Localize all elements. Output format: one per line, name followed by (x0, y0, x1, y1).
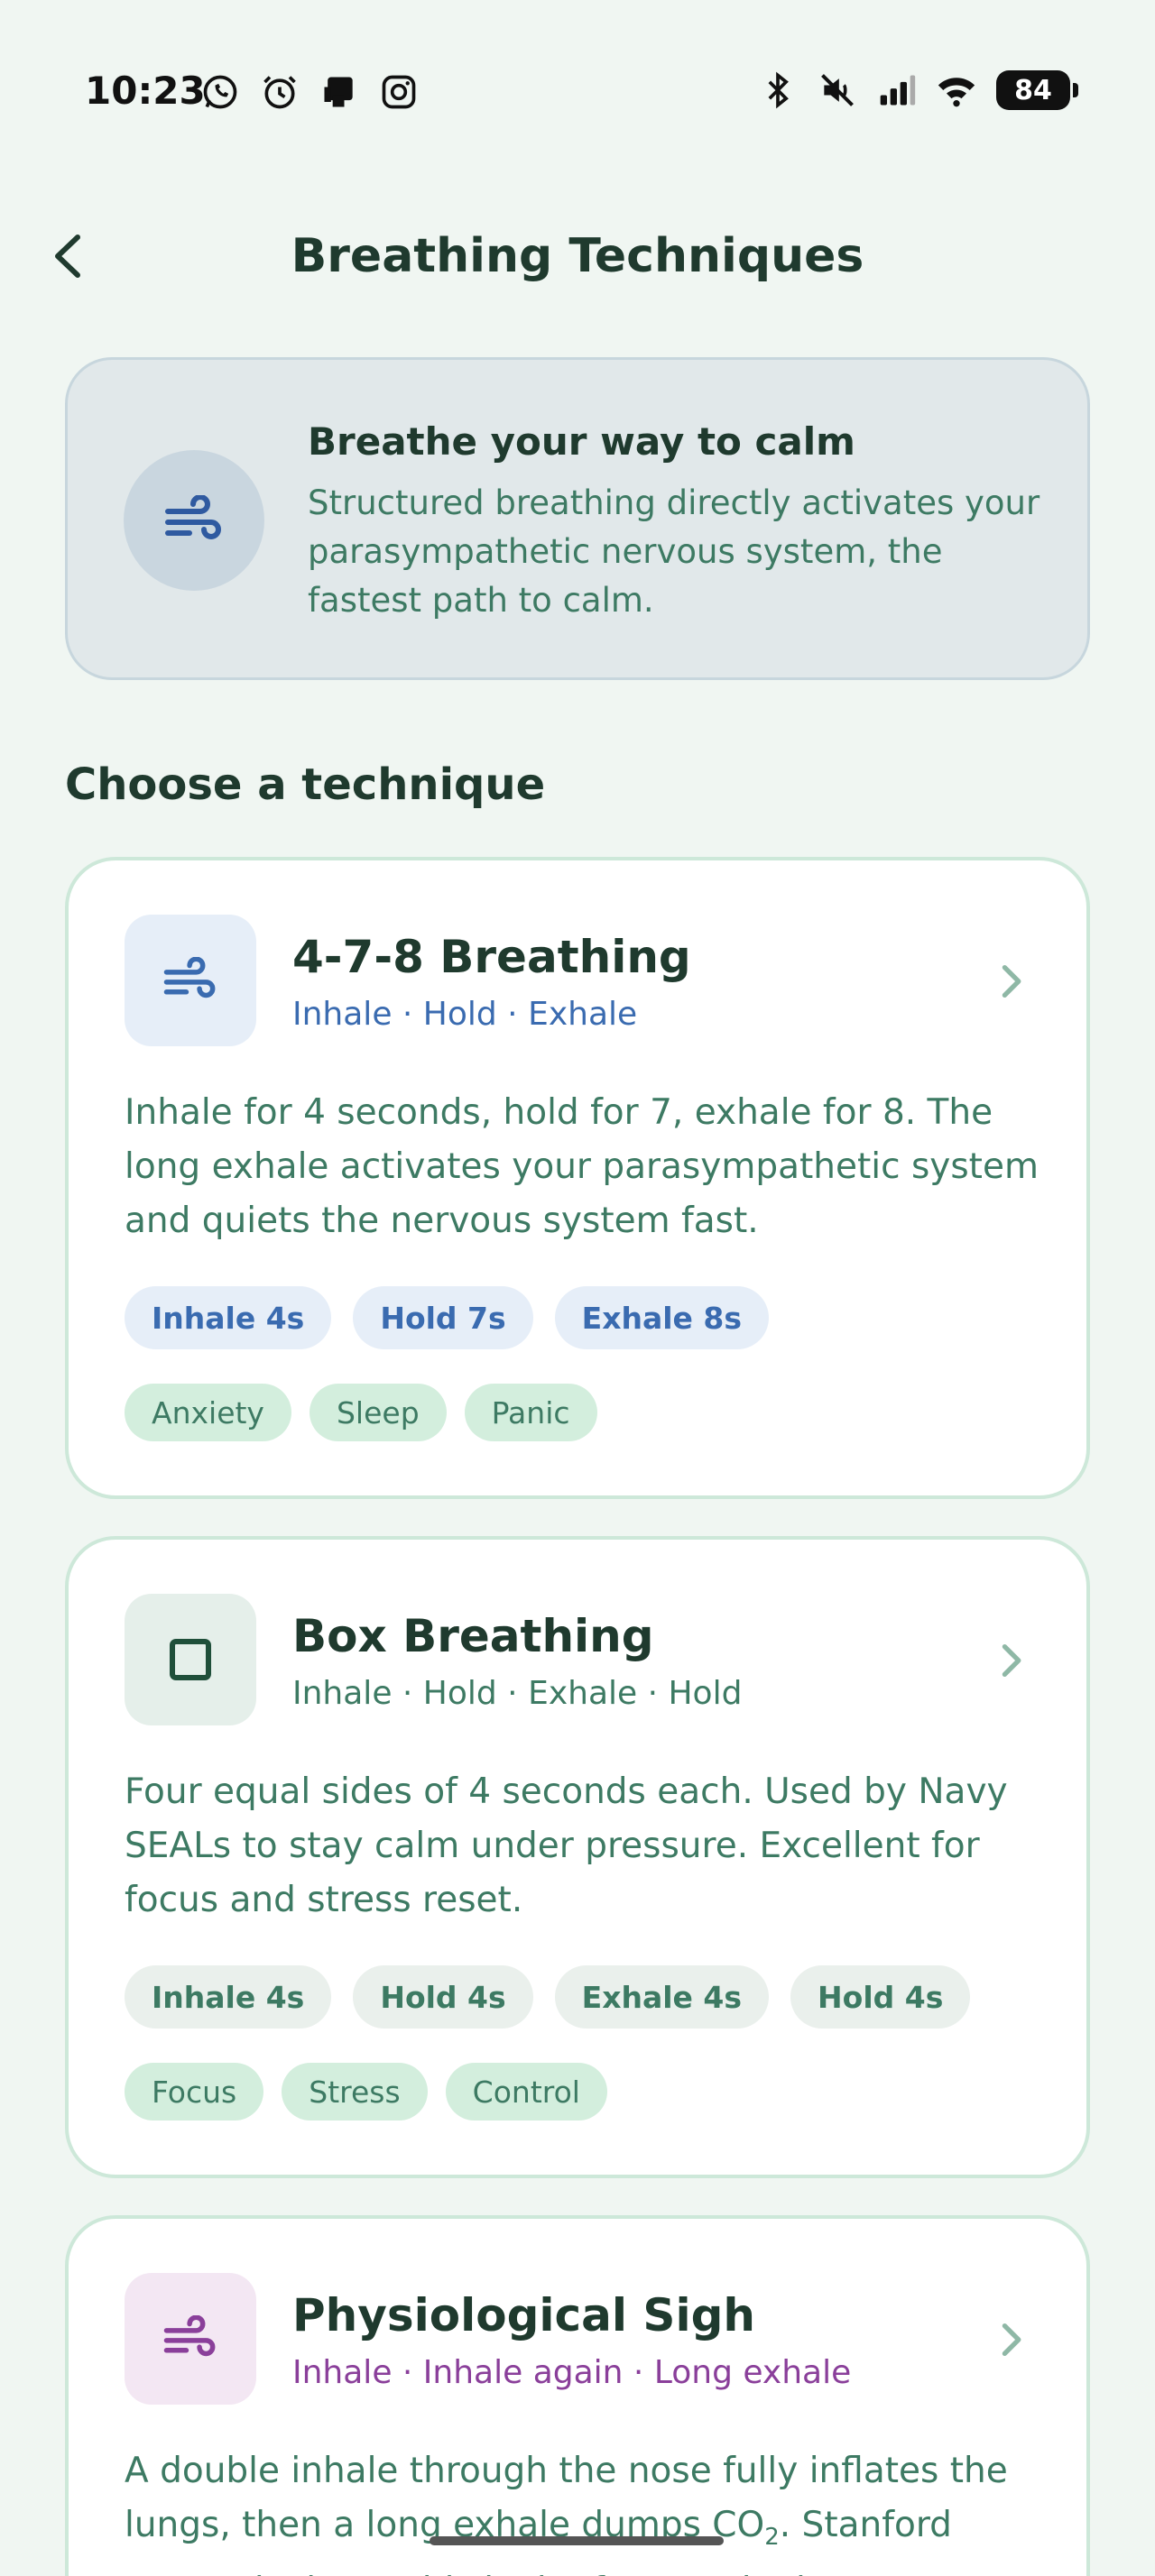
step-chip: Inhale 4s (125, 1286, 332, 1349)
card-icon-box (125, 2273, 256, 2405)
whatsapp-icon (203, 75, 237, 109)
subscript-2: 2 (764, 2523, 780, 2551)
intro-card: Breathe your way to calm Structured brea… (65, 357, 1090, 680)
step-chips: Inhale 4s Hold 4s Exhale 4s Hold 4s (125, 1965, 971, 2029)
technique-title: Box Breathing (292, 1610, 654, 1662)
technique-card-sigh[interactable]: Physiological Sigh Inhale · Inhale again… (65, 2215, 1090, 2576)
device-icon (324, 77, 353, 107)
status-time: 10:23 (85, 69, 206, 113)
page-title: Breathing Techniques (291, 229, 864, 283)
battery-indicator: 84 (996, 70, 1078, 110)
chevron-right-icon (1002, 964, 1021, 998)
tag-chips: Focus Stress Control (125, 2063, 607, 2121)
wifi-icon (938, 78, 975, 107)
chevron-right-icon (1002, 2323, 1021, 2357)
wind-icon (163, 957, 216, 998)
mute-icon (821, 74, 854, 106)
card-icon-box (125, 1594, 256, 1725)
tag-chip: Control (445, 2063, 607, 2121)
wind-icon (163, 2315, 216, 2357)
technique-title: Physiological Sigh (292, 2289, 755, 2341)
status-bar: 10:23 84 (0, 0, 1155, 185)
technique-card-478[interactable]: 4-7-8 Breathing Inhale · Hold · Exhale I… (65, 857, 1090, 1499)
tag-chip: Sleep (309, 1384, 447, 1441)
tag-chip: Anxiety (125, 1384, 291, 1441)
technique-description: A double inhale through the nose fully i… (125, 2444, 1045, 2576)
bluetooth-icon (768, 71, 789, 109)
signal-icon (880, 75, 916, 106)
alarm-icon (263, 76, 296, 109)
intro-title: Breathe your way to calm (308, 419, 855, 464)
intro-text: Structured breathing directly activates … (308, 483, 1040, 620)
section-title: Choose a technique (65, 759, 546, 810)
step-chips: Inhale 4s Hold 7s Exhale 8s (125, 1286, 770, 1349)
intro-icon-circle (124, 450, 264, 591)
technique-description: Inhale for 4 seconds, hold for 7, exhale… (125, 1092, 1039, 1241)
step-chip: Exhale 8s (554, 1286, 770, 1349)
technique-description: Four equal sides of 4 seconds each. Used… (125, 1771, 1008, 1920)
tag-chips: Anxiety Sleep Panic (125, 1384, 597, 1441)
technique-subtitle: Inhale · Inhale again · Long exhale (292, 2354, 852, 2391)
status-icons-right: 84 (758, 70, 1078, 110)
tag-chip: Panic (464, 1384, 597, 1441)
step-chip: Inhale 4s (125, 1965, 332, 2029)
technique-subtitle: Inhale · Hold · Exhale · Hold (292, 1675, 743, 1712)
home-indicator[interactable] (430, 2536, 724, 2545)
step-chip: Hold 4s (353, 1965, 533, 2029)
step-chip: Exhale 4s (554, 1965, 770, 2029)
tag-chip: Stress (282, 2063, 428, 2121)
status-icons-left (200, 72, 419, 112)
square-icon (170, 1639, 211, 1680)
instagram-icon (382, 75, 416, 109)
tag-chip: Focus (125, 2063, 264, 2121)
chevron-right-icon (1002, 1643, 1021, 1678)
step-chip: Hold 7s (353, 1286, 533, 1349)
card-icon-box (125, 915, 256, 1046)
step-chip: Hold 4s (790, 1965, 971, 2029)
technique-subtitle: Inhale · Hold · Exhale (292, 996, 638, 1033)
technique-card-box[interactable]: Box Breathing Inhale · Hold · Exhale · H… (65, 1536, 1090, 2178)
technique-title: 4-7-8 Breathing (292, 931, 691, 983)
wind-icon (165, 495, 221, 539)
